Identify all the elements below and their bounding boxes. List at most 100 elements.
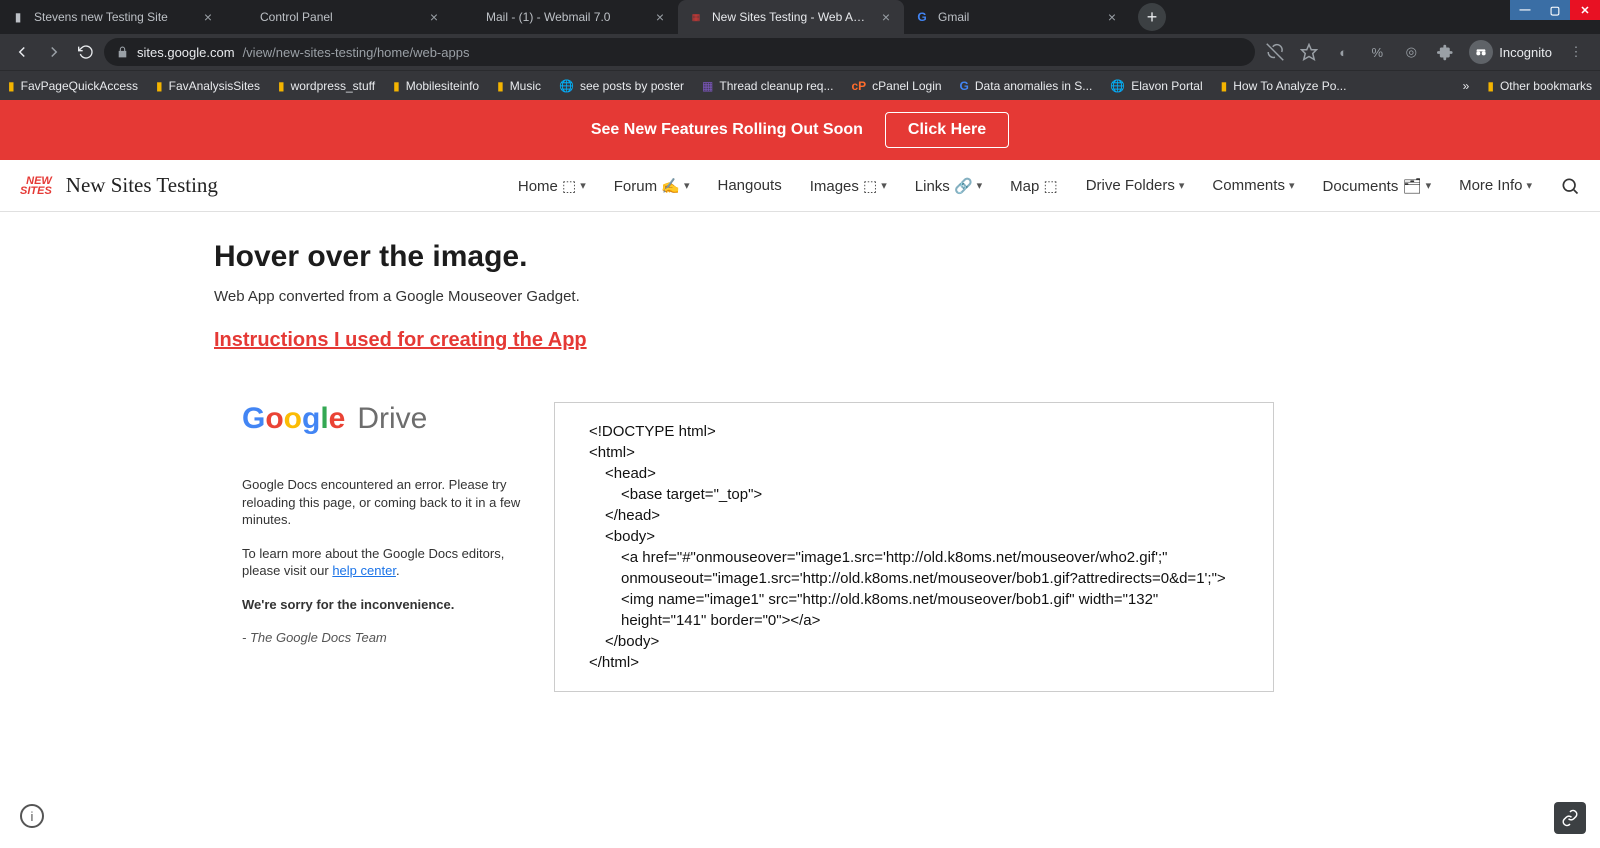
reload-button[interactable] <box>72 38 100 66</box>
announcement-banner: See New Features Rolling Out Soon Click … <box>0 100 1600 160</box>
nav-moreinfo[interactable]: More Info▾ <box>1459 177 1532 194</box>
bookmark-6[interactable]: ▦Thread cleanup req... <box>702 79 833 93</box>
incognito-indicator[interactable]: Incognito <box>1469 40 1552 64</box>
nav-drive[interactable]: Drive Folders▾ <box>1086 177 1185 194</box>
forward-button[interactable] <box>40 38 68 66</box>
tracking-off-icon[interactable] <box>1265 42 1285 62</box>
search-icon[interactable] <box>1560 176 1580 196</box>
toolbar: sites.google.com/view/new-sites-testing/… <box>0 34 1600 70</box>
browser-chrome: ▮ Stevens new Testing Site × Control Pan… <box>0 0 1600 100</box>
menu-icon[interactable]: ⋮ <box>1566 42 1586 62</box>
nav-map[interactable]: Map ⬚ <box>1010 177 1058 195</box>
tab-3[interactable]: ▦ New Sites Testing - Web Apps × <box>678 0 904 34</box>
folder-icon: ▮ <box>393 79 400 93</box>
nav-home[interactable]: Home ⬚▾ <box>518 177 586 195</box>
tab-4[interactable]: G Gmail × <box>904 0 1130 34</box>
tab-strip: ▮ Stevens new Testing Site × Control Pan… <box>0 0 1600 34</box>
page-content: Hover over the image. Web App converted … <box>0 212 1300 692</box>
maximize-button[interactable]: ▢ <box>1540 0 1570 20</box>
bookmark-4[interactable]: ▮Music <box>497 79 541 93</box>
lock-icon <box>116 46 129 59</box>
site-logo[interactable]: NEW SITES New Sites Testing <box>20 173 218 198</box>
tab-title: Mail - (1) - Webmail 7.0 <box>486 10 644 24</box>
ext3-icon[interactable]: ◎ <box>1401 42 1421 62</box>
bookmark-9[interactable]: 🌐Elavon Portal <box>1110 79 1202 93</box>
banner-text: See New Features Rolling Out Soon <box>591 121 863 139</box>
back-button[interactable] <box>8 38 36 66</box>
nav-hangouts[interactable]: Hangouts <box>717 177 781 194</box>
two-column-section: GoogleDrive Google Docs encountered an e… <box>214 402 1300 692</box>
help-message: To learn more about the Google Docs edit… <box>242 545 534 580</box>
bookmark-1[interactable]: ▮FavAnalysisSites <box>156 79 260 93</box>
ext2-icon[interactable]: % <box>1367 42 1387 62</box>
code-line: <!DOCTYPE html> <box>589 421 1239 442</box>
chevron-down-icon: ▾ <box>881 179 887 192</box>
bookmark-3[interactable]: ▮Mobilesiteinfo <box>393 79 479 93</box>
tab-title: New Sites Testing - Web Apps <box>712 10 870 24</box>
bookmark-8[interactable]: GData anomalies in S... <box>960 79 1093 93</box>
bookmark-7[interactable]: cPcPanel Login <box>851 79 941 93</box>
page-subtitle: Web App converted from a Google Mouseove… <box>214 288 1300 305</box>
nav-forum[interactable]: Forum ✍▾ <box>614 177 690 195</box>
chevron-down-icon: ▾ <box>684 179 690 192</box>
address-bar[interactable]: sites.google.com/view/new-sites-testing/… <box>104 38 1255 66</box>
logo-small-text: NEW SITES <box>20 176 52 196</box>
main-nav: Home ⬚▾ Forum ✍▾ Hangouts Images ⬚▾ Link… <box>518 176 1580 196</box>
bookmark-2[interactable]: ▮wordpress_stuff <box>278 79 375 93</box>
code-line: <a href="#"onmouseover="image1.src='http… <box>589 547 1239 631</box>
other-bookmarks[interactable]: ▮Other bookmarks <box>1487 79 1592 93</box>
code-line: <base target="_top"> <box>589 484 1239 505</box>
ext1-icon[interactable]: ◐ <box>1333 42 1353 62</box>
bookmark-5[interactable]: 🌐see posts by poster <box>559 79 684 93</box>
star-icon[interactable] <box>1299 42 1319 62</box>
favicon-icon: G <box>914 9 930 25</box>
google-icon: G <box>960 79 969 93</box>
favicon-icon <box>236 9 252 25</box>
chevron-down-icon: ▾ <box>580 179 586 192</box>
nav-images[interactable]: Images ⬚▾ <box>810 177 887 195</box>
code-line: </body> <box>589 631 1239 652</box>
site-name: New Sites Testing <box>66 173 218 198</box>
site-header: NEW SITES New Sites Testing Home ⬚▾ Foru… <box>0 160 1600 212</box>
tab-title: Stevens new Testing Site <box>34 10 192 24</box>
sorry-message: We're sorry for the inconvenience. <box>242 596 534 614</box>
link-badge-button[interactable] <box>1554 802 1586 834</box>
code-line: </html> <box>589 652 1239 673</box>
code-line: <body> <box>589 526 1239 547</box>
close-icon[interactable]: × <box>1104 9 1120 25</box>
chevron-down-icon: ▾ <box>977 179 983 192</box>
minimize-button[interactable]: — <box>1510 0 1540 20</box>
close-icon[interactable]: × <box>878 9 894 25</box>
page-icon: ▮ <box>1221 79 1228 93</box>
globe-icon: 🌐 <box>1110 79 1125 93</box>
tab-1[interactable]: Control Panel × <box>226 0 452 34</box>
bookmark-10[interactable]: ▮How To Analyze Po... <box>1221 79 1347 93</box>
nav-links[interactable]: Links 🔗▾ <box>915 177 982 195</box>
folder-icon: ▮ <box>156 79 163 93</box>
tab-0[interactable]: ▮ Stevens new Testing Site × <box>0 0 226 34</box>
team-signature: - The Google Docs Team <box>242 629 534 647</box>
extensions-icon[interactable] <box>1435 42 1455 62</box>
instructions-link[interactable]: Instructions I used for creating the App <box>214 329 587 351</box>
google-drive-error-pane: GoogleDrive Google Docs encountered an e… <box>214 402 554 692</box>
close-icon[interactable]: × <box>200 9 216 25</box>
new-tab-button[interactable]: + <box>1138 3 1166 31</box>
chevron-down-icon: ▾ <box>1426 179 1432 192</box>
tab-title: Control Panel <box>260 10 418 24</box>
folder-icon: ▮ <box>497 79 504 93</box>
info-button[interactable]: i <box>20 804 44 828</box>
banner-cta-button[interactable]: Click Here <box>885 112 1009 148</box>
globe-icon: 🌐 <box>559 79 574 93</box>
window-close-button[interactable]: ✕ <box>1570 0 1600 20</box>
favicon-icon <box>462 9 478 25</box>
help-center-link[interactable]: help center <box>332 563 396 578</box>
tab-2[interactable]: Mail - (1) - Webmail 7.0 × <box>452 0 678 34</box>
bookmark-0[interactable]: ▮FavPageQuickAccess <box>8 79 138 93</box>
folder-icon: ▮ <box>8 79 15 93</box>
nav-comments[interactable]: Comments▾ <box>1212 177 1294 194</box>
close-icon[interactable]: × <box>652 9 668 25</box>
folder-icon: ▮ <box>278 79 285 93</box>
bookmarks-overflow-icon[interactable]: » <box>1463 79 1470 93</box>
nav-documents[interactable]: Documents 🗂▾ <box>1322 177 1431 195</box>
close-icon[interactable]: × <box>426 9 442 25</box>
